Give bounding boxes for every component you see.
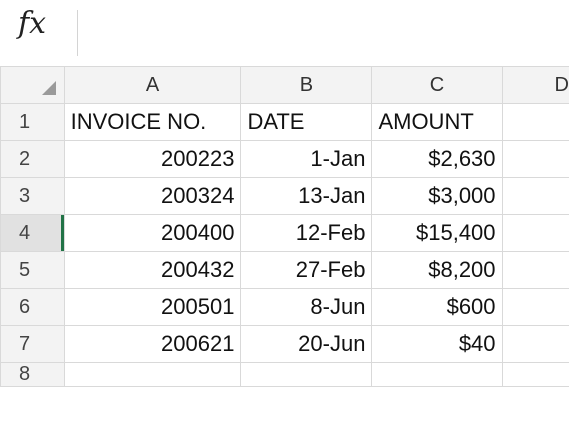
- cell-c7[interactable]: $40: [371, 325, 503, 363]
- cell-a5[interactable]: 200432: [63, 251, 242, 289]
- cell-d1[interactable]: [501, 103, 569, 141]
- row-header-2[interactable]: 2: [0, 140, 65, 178]
- formula-bar: fx: [0, 0, 569, 66]
- cell-b3[interactable]: 13-Jan: [240, 177, 373, 215]
- cell-d8[interactable]: [501, 362, 569, 387]
- cell-b6[interactable]: 8-Jun: [240, 288, 373, 326]
- row-header-3[interactable]: 3: [0, 177, 65, 215]
- spreadsheet-grid: A B C D 1 INVOICE NO. DATE AMOUNT 2 200223 1-J…: [0, 66, 569, 387]
- cell-d7[interactable]: [501, 325, 569, 363]
- column-header-c[interactable]: C: [371, 66, 503, 104]
- cell-d4[interactable]: [501, 214, 569, 252]
- cell-b7[interactable]: 20-Jun: [240, 325, 373, 363]
- cell-a7[interactable]: 200621: [63, 325, 242, 363]
- select-all-corner[interactable]: [0, 66, 65, 104]
- cell-c6[interactable]: $600: [371, 288, 503, 326]
- fx-label[interactable]: fx: [18, 6, 46, 41]
- cell-c1[interactable]: AMOUNT: [371, 103, 503, 141]
- table-row: 6 200501 8-Jun $600: [0, 288, 569, 326]
- formula-bar-divider: [77, 10, 78, 56]
- cell-a8[interactable]: [63, 362, 242, 387]
- cell-b4[interactable]: 12-Feb: [240, 214, 373, 252]
- column-header-a[interactable]: A: [63, 66, 242, 104]
- cell-b5[interactable]: 27-Feb: [240, 251, 373, 289]
- cell-d6[interactable]: [501, 288, 569, 326]
- column-header-b[interactable]: B: [240, 66, 373, 104]
- cell-c2[interactable]: $2,630: [371, 140, 503, 178]
- cell-c3[interactable]: $3,000: [371, 177, 503, 215]
- cell-a6[interactable]: 200501: [63, 288, 242, 326]
- table-row: 7 200621 20-Jun $40: [0, 325, 569, 363]
- cell-d5[interactable]: [501, 251, 569, 289]
- row-header-7[interactable]: 7: [0, 325, 65, 363]
- row-header-4[interactable]: 4: [0, 214, 65, 252]
- row-header-8[interactable]: 8: [0, 362, 65, 387]
- cell-a4[interactable]: 200400: [63, 214, 242, 252]
- cell-a2[interactable]: 200223: [63, 140, 242, 178]
- column-header-row: A B C D: [0, 66, 569, 104]
- table-row: 1 INVOICE NO. DATE AMOUNT: [0, 103, 569, 141]
- cell-a3[interactable]: 200324: [63, 177, 242, 215]
- column-header-d[interactable]: D: [501, 66, 569, 104]
- table-row: 2 200223 1-Jan $2,630: [0, 140, 569, 178]
- cell-c5[interactable]: $8,200: [371, 251, 503, 289]
- cell-c8[interactable]: [371, 362, 503, 387]
- cell-c4[interactable]: $15,400: [371, 214, 503, 252]
- cell-a1[interactable]: INVOICE NO.: [63, 103, 242, 141]
- table-row: 5 200432 27-Feb $8,200: [0, 251, 569, 289]
- table-row: 4 200400 12-Feb $15,400: [0, 214, 569, 252]
- cell-b1[interactable]: DATE: [240, 103, 373, 141]
- table-row: 8: [0, 362, 569, 387]
- cell-d2[interactable]: [501, 140, 569, 178]
- formula-input[interactable]: [82, 8, 562, 58]
- row-header-5[interactable]: 5: [0, 251, 65, 289]
- cell-d3[interactable]: [501, 177, 569, 215]
- select-all-icon: [41, 81, 56, 95]
- row-header-1[interactable]: 1: [0, 103, 65, 141]
- cell-b8[interactable]: [240, 362, 373, 387]
- row-header-6[interactable]: 6: [0, 288, 65, 326]
- table-row: 3 200324 13-Jan $3,000: [0, 177, 569, 215]
- cell-b2[interactable]: 1-Jan: [240, 140, 373, 178]
